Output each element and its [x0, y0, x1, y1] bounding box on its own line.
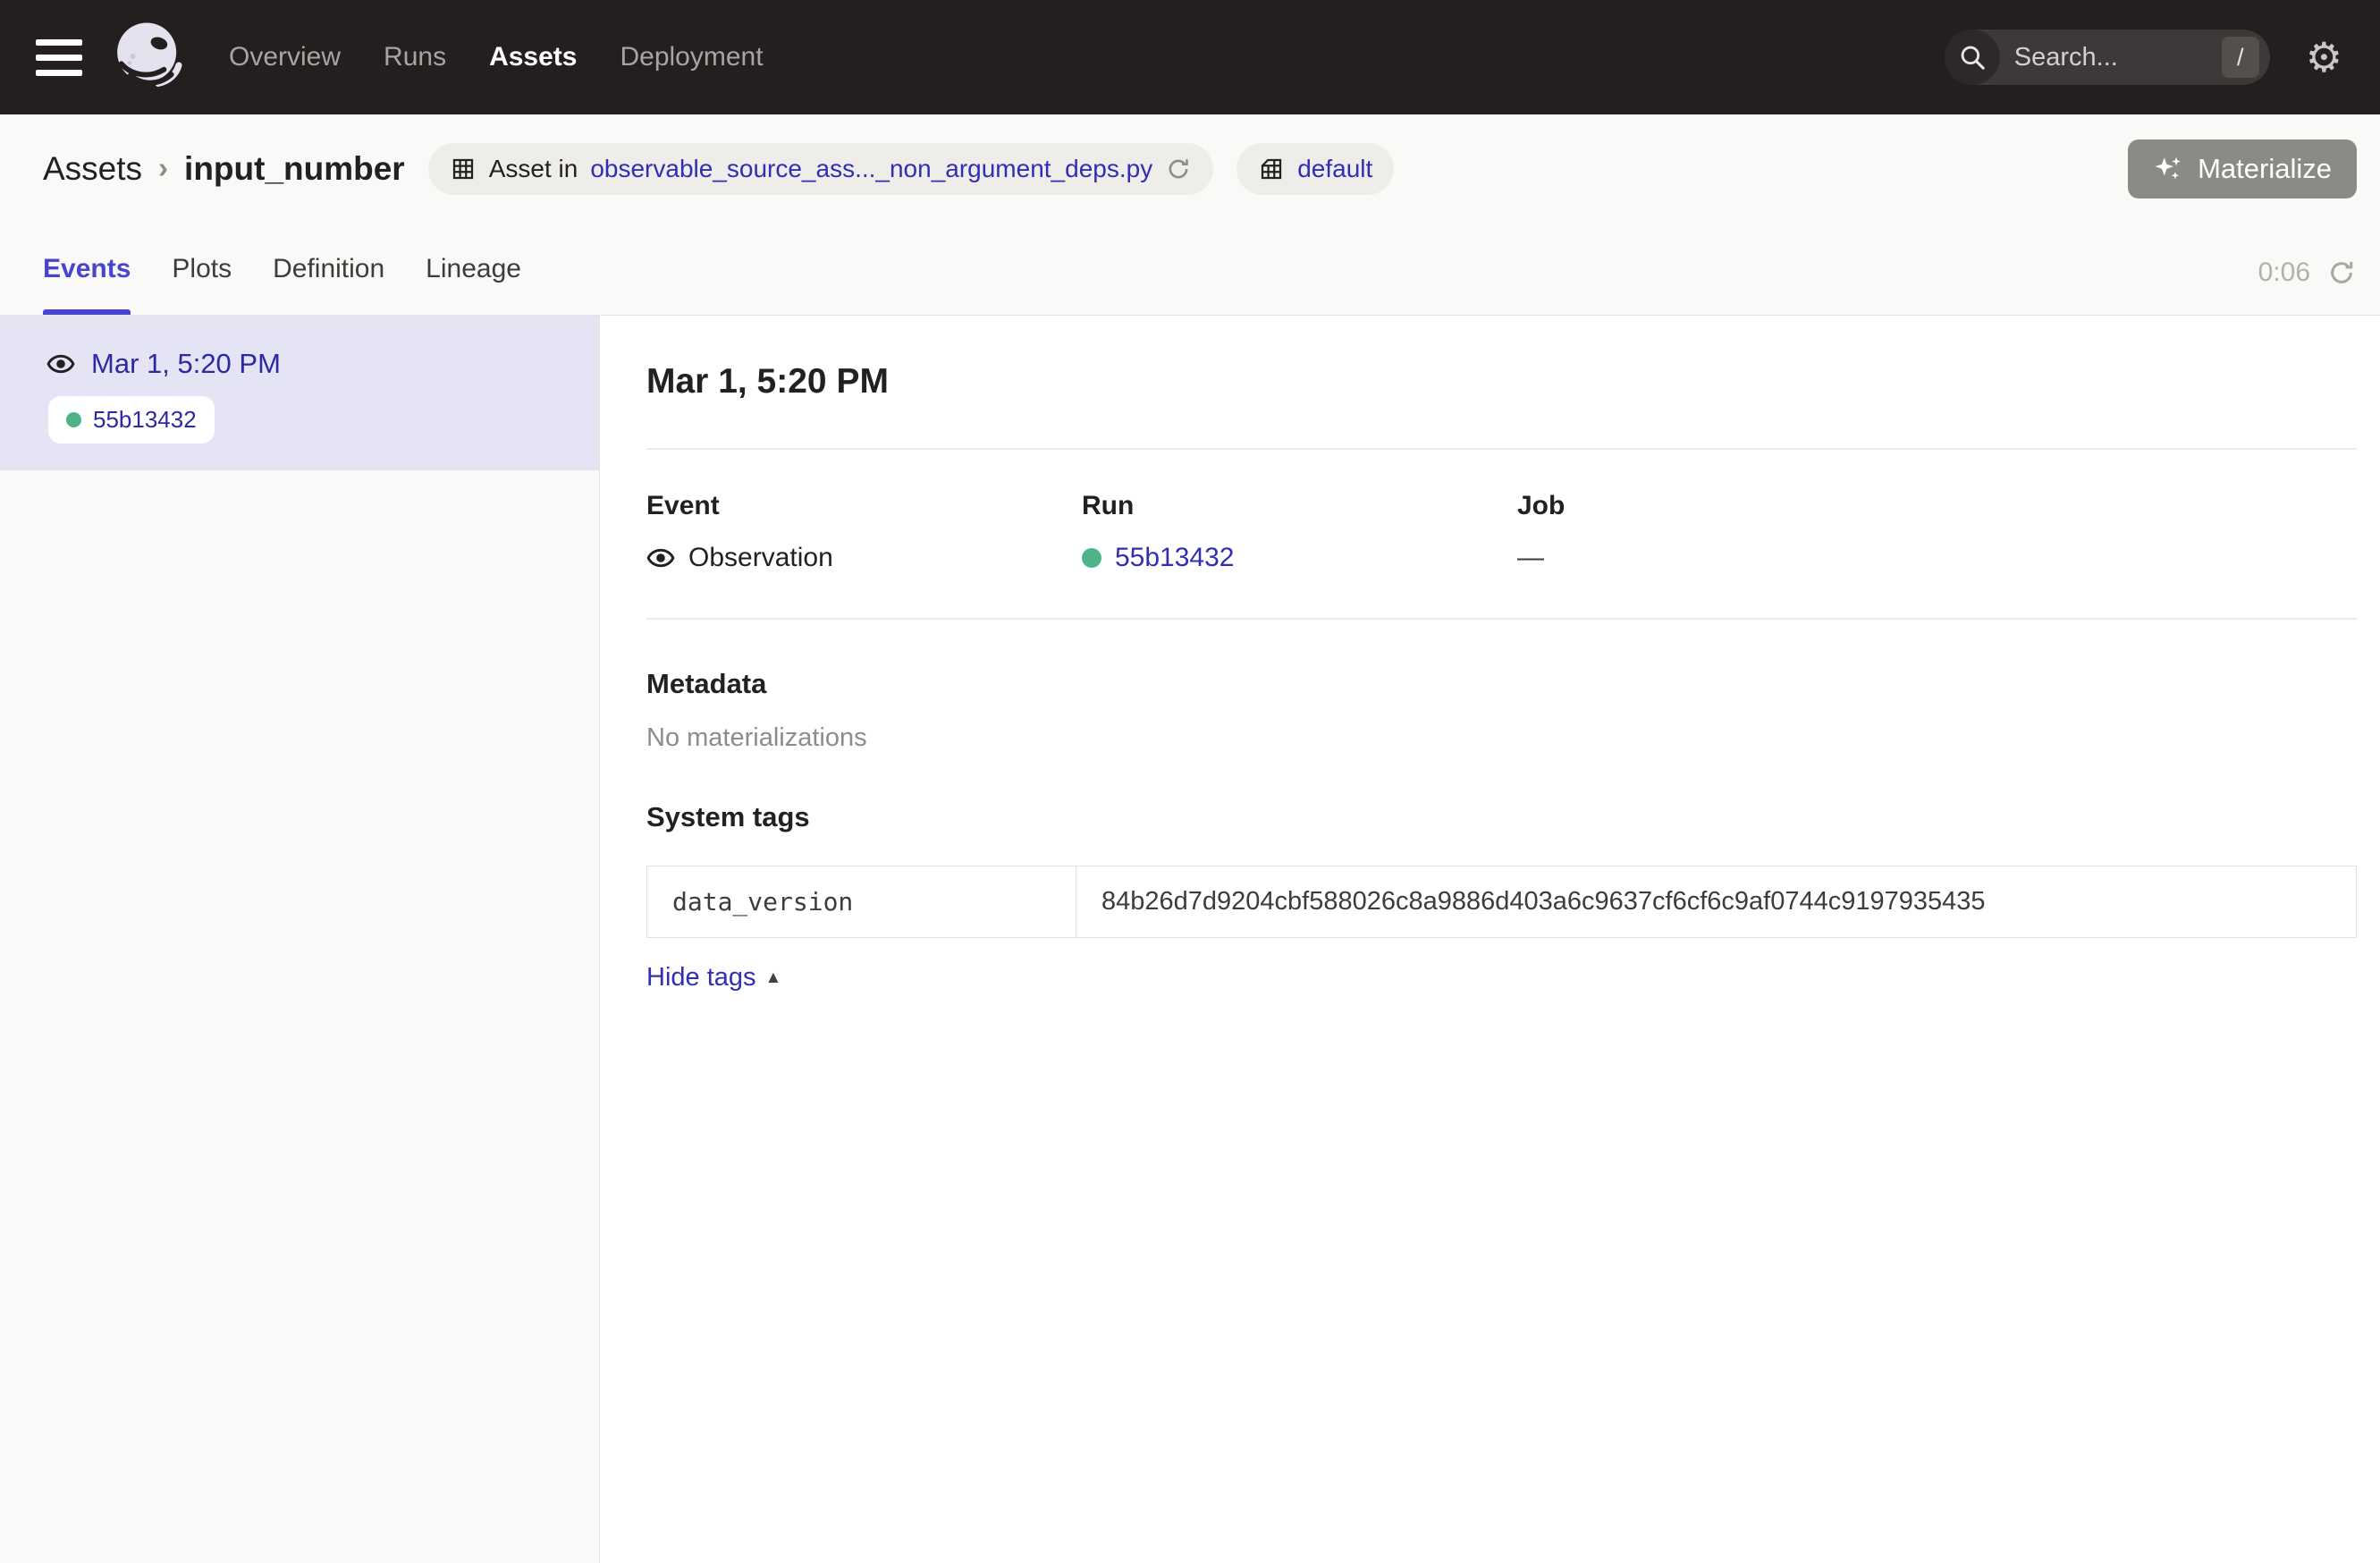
caret-up-icon: ▲: [765, 968, 782, 988]
refresh-icon[interactable]: [2326, 258, 2357, 288]
repo-icon: [1258, 156, 1285, 182]
breadcrumb-separator-icon: ›: [158, 151, 168, 187]
event-column: Event Observation: [646, 491, 1082, 573]
asset-name: input_number: [184, 150, 405, 188]
hide-tags-label: Hide tags: [646, 963, 756, 993]
breadcrumb: Assets › input_number: [43, 150, 405, 188]
event-detail-panel: Mar 1, 5:20 PM Event Observation Run: [600, 316, 2380, 1563]
tag-key-cell: data_version: [647, 866, 1076, 938]
divider: [646, 618, 2357, 620]
run-id-label: 55b13432: [93, 406, 197, 434]
observation-eye-icon: [646, 544, 675, 572]
event-list-item[interactable]: Mar 1, 5:20 PM 55b13432: [0, 316, 599, 470]
observation-eye-icon: [46, 350, 75, 378]
tab-events[interactable]: Events: [43, 254, 131, 315]
event-summary-columns: Event Observation Run 55b13432: [646, 491, 2357, 573]
top-navigation: Overview Runs Assets Deployment / ⚙: [0, 0, 2380, 114]
primary-nav: Overview Runs Assets Deployment: [229, 42, 764, 72]
table-row: data_version 84b26d7d9204cbf588026c8a988…: [647, 866, 2357, 938]
tag-value-cell: 84b26d7d9204cbf588026c8a9886d403a6c9637c…: [1076, 866, 2357, 938]
divider: [646, 448, 2357, 450]
asset-location-badge: Asset in observable_source_ass..._non_ar…: [428, 143, 1213, 195]
reload-location-icon[interactable]: [1165, 156, 1192, 182]
nav-item-runs[interactable]: Runs: [384, 42, 446, 72]
tab-definition[interactable]: Definition: [273, 254, 384, 315]
repo-badge[interactable]: default: [1236, 143, 1394, 195]
run-id-link[interactable]: 55b13432: [1115, 543, 1234, 573]
run-column: Run 55b13432: [1082, 491, 1517, 573]
run-status-dot: [66, 412, 81, 427]
materialize-label: Materialize: [2198, 153, 2332, 185]
dagster-logo: [109, 14, 188, 100]
repo-default-link[interactable]: default: [1297, 155, 1372, 183]
search-bar[interactable]: /: [1945, 30, 2270, 85]
hide-tags-link[interactable]: Hide tags ▲: [646, 963, 781, 993]
events-sidebar: Mar 1, 5:20 PM 55b13432: [0, 316, 600, 1563]
run-label: Run: [1082, 491, 1517, 521]
sparkle-icon: [2153, 154, 2183, 184]
event-detail-title: Mar 1, 5:20 PM: [646, 362, 2357, 401]
breadcrumb-assets-link[interactable]: Assets: [43, 150, 142, 188]
run-id-chip[interactable]: 55b13432: [48, 396, 215, 444]
job-column: Job —: [1517, 491, 1953, 573]
menu-icon[interactable]: [36, 39, 82, 76]
metadata-heading: Metadata: [646, 668, 2357, 700]
job-label: Job: [1517, 491, 1953, 521]
search-input[interactable]: [2000, 43, 2222, 72]
materialize-button[interactable]: Materialize: [2128, 139, 2357, 199]
system-tags-heading: System tags: [646, 801, 2357, 833]
asset-page-header: Assets › input_number Asset in observabl…: [0, 114, 2380, 316]
run-status-dot: [1082, 548, 1101, 568]
system-tags-table: data_version 84b26d7d9204cbf588026c8a988…: [646, 866, 2357, 938]
asset-file-link[interactable]: observable_source_ass..._non_argument_de…: [590, 155, 1152, 183]
nav-item-deployment[interactable]: Deployment: [620, 42, 763, 72]
event-label: Event: [646, 491, 1082, 521]
nav-item-assets[interactable]: Assets: [489, 42, 577, 72]
tab-plots[interactable]: Plots: [172, 254, 232, 315]
search-icon: [1945, 30, 2000, 85]
job-empty-value: —: [1517, 543, 1544, 573]
asset-grid-icon: [450, 156, 477, 182]
breadcrumb-row: Assets › input_number Asset in observabl…: [0, 114, 2380, 218]
asset-in-label: Asset in: [489, 155, 578, 183]
event-type-value: Observation: [688, 543, 833, 573]
event-timestamp: Mar 1, 5:20 PM: [91, 348, 281, 380]
asset-tabs: Events Plots Definition Lineage 0:06: [0, 218, 2380, 315]
metadata-empty-message: No materializations: [646, 723, 2357, 753]
refresh-countdown: 0:06: [2258, 258, 2310, 288]
octopus-icon: [109, 18, 188, 97]
gear-icon[interactable]: ⚙: [2306, 37, 2342, 78]
tab-lineage[interactable]: Lineage: [426, 254, 521, 315]
search-shortcut-key: /: [2222, 37, 2259, 78]
nav-item-overview[interactable]: Overview: [229, 42, 341, 72]
